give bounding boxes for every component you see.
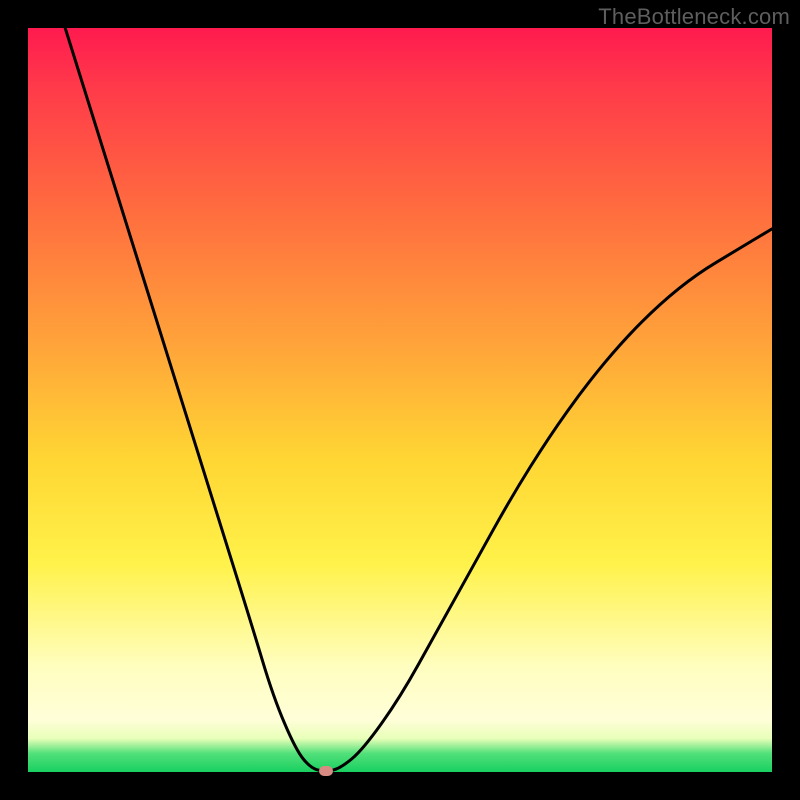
bottleneck-curve xyxy=(28,28,772,772)
watermark-text: TheBottleneck.com xyxy=(598,4,790,30)
chart-frame: TheBottleneck.com xyxy=(0,0,800,800)
plot-area xyxy=(28,28,772,772)
minimum-marker xyxy=(319,766,333,776)
